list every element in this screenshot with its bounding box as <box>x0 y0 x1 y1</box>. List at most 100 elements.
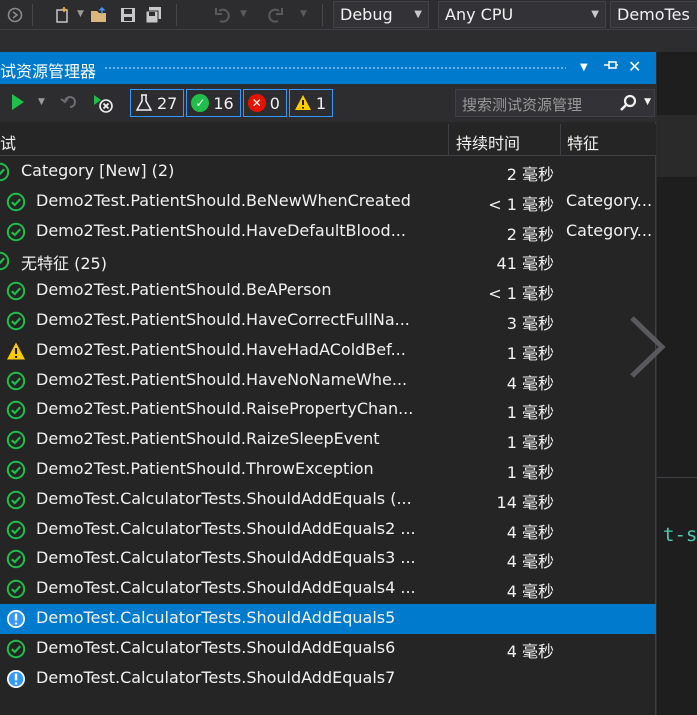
check-circle-icon <box>6 549 26 569</box>
test-name: Demo2Test.PatientShould.HaveHadAColdBef.… <box>36 339 406 359</box>
check-circle-icon <box>6 371 26 391</box>
test-row[interactable]: Demo2Test.PatientShould.RaizeSleepEvent 1… <box>0 425 656 455</box>
column-header-test[interactable]: 试 <box>0 130 16 154</box>
check-circle-icon <box>0 251 10 271</box>
run-all-icon[interactable] <box>12 94 24 110</box>
search-icon[interactable] <box>618 93 638 113</box>
test-duration: 4 毫秒 <box>506 522 554 542</box>
test-name: Demo2Test.PatientShould.HaveCorrectFullN… <box>36 309 410 329</box>
run-failed-icon[interactable] <box>92 93 114 113</box>
column-divider[interactable] <box>448 124 449 156</box>
drag-grip[interactable] <box>104 66 566 70</box>
test-row[interactable]: Demo2Test.PatientShould.HaveNoNameWhe...… <box>0 366 656 396</box>
redo-dropdown-icon[interactable]: ▼ <box>300 9 307 19</box>
test-duration: 1 毫秒 <box>506 433 554 453</box>
open-folder-icon[interactable] <box>90 6 108 24</box>
panel-titlebar[interactable]: 试资源管理器 ▼ ✕ <box>0 52 656 84</box>
test-row[interactable]: DemoTest.CalculatorTests.ShouldAddEquals… <box>0 544 656 574</box>
test-row[interactable]: DemoTest.CalculatorTests.ShouldAddEquals… <box>0 603 656 634</box>
test-row[interactable]: DemoTest.CalculatorTests.ShouldAddEquals… <box>0 574 656 604</box>
startup-project-value: DemoTes <box>617 5 690 24</box>
chevron-down-icon[interactable]: ▼ <box>644 97 651 107</box>
test-name: Demo2Test.PatientShould.BeNewWhenCreated <box>36 190 411 210</box>
navigate-forward-icon[interactable] <box>6 6 24 24</box>
test-row[interactable]: DemoTest.CalculatorTests.ShouldAddEquals… <box>0 634 656 664</box>
check-circle-icon <box>6 490 26 510</box>
test-duration: 4 毫秒 <box>506 641 554 661</box>
test-row[interactable]: Demo2Test.PatientShould.RaisePropertyCha… <box>0 395 656 425</box>
check-circle-icon <box>6 430 26 450</box>
test-name: DemoTest.CalculatorTests.ShouldAddEquals… <box>36 667 396 687</box>
test-duration: < 1 毫秒 <box>488 194 554 214</box>
test-duration: 1 毫秒 <box>506 403 554 423</box>
filter-passed-tests[interactable]: ✓ 16 <box>186 89 241 117</box>
undo-dropdown-icon[interactable]: ▼ <box>240 9 247 19</box>
search-placeholder: 搜索测试资源管理 <box>462 96 583 114</box>
filter-total-tests[interactable]: 27 <box>130 89 185 117</box>
code-fragment: t-s <box>663 524 697 546</box>
warning-triangle-icon <box>294 94 312 112</box>
test-row[interactable]: Demo2Test.PatientShould.ThrowException 1 … <box>0 455 656 485</box>
test-row[interactable]: Demo2Test.PatientShould.BeNewWhenCreated… <box>0 187 656 217</box>
pin-icon[interactable] <box>603 58 619 76</box>
column-headers: 试 持续时间 特征 <box>0 124 656 156</box>
close-icon[interactable]: ✕ <box>628 57 641 76</box>
test-duration: 4 毫秒 <box>506 373 554 393</box>
new-project-dropdown-icon[interactable]: ▼ <box>77 9 84 19</box>
editor-divider <box>657 477 697 478</box>
test-row[interactable]: Demo2Test.PatientShould.HaveDefaultBlood… <box>0 217 656 247</box>
main-toolbar: ▼ ▼ ▼ Debug ▼ Any CPU ▼ DemoTes <box>0 0 697 30</box>
new-project-icon[interactable] <box>54 6 72 24</box>
check-circle-icon <box>6 579 26 599</box>
save-all-icon[interactable] <box>145 6 163 24</box>
check-circle-icon <box>6 400 26 420</box>
filter-warning-tests[interactable]: 1 <box>288 89 334 117</box>
test-duration: 2 毫秒 <box>506 224 554 244</box>
test-row[interactable]: DemoTest.CalculatorTests.ShouldAddEquals… <box>0 664 656 694</box>
check-circle-icon <box>6 520 26 540</box>
test-trait: Category... <box>566 190 653 210</box>
search-box[interactable]: 搜索测试资源管理 ▼ <box>455 89 655 117</box>
check-circle-icon <box>6 192 26 212</box>
group-name: Category [New] (2) <box>21 161 175 180</box>
redo-icon[interactable] <box>266 6 284 24</box>
test-group-row[interactable]: Category [New] (2) 2 毫秒 <box>0 157 656 187</box>
test-row[interactable]: DemoTest.CalculatorTests.ShouldAddEquals… <box>0 515 656 545</box>
test-explorer-toolbar: ▼ 27 ✓ 16 ✕ 0 1 搜索测试资源管理 ▼ <box>0 84 656 122</box>
solution-configuration-select[interactable]: Debug ▼ <box>333 1 429 28</box>
test-group-row[interactable]: 无特征 (25) 41 毫秒 <box>0 246 656 276</box>
chevron-right-icon[interactable] <box>624 312 670 382</box>
test-name: Demo2Test.PatientShould.ThrowException <box>36 458 374 478</box>
warning-count: 1 <box>315 93 327 113</box>
test-duration: 2 毫秒 <box>506 165 554 184</box>
test-row[interactable]: Demo2Test.PatientShould.HaveCorrectFullN… <box>0 306 656 336</box>
test-name: DemoTest.CalculatorTests.ShouldAddEquals… <box>36 488 412 508</box>
x-circle-icon: ✕ <box>247 94 266 112</box>
window-position-dropdown-icon[interactable]: ▼ <box>580 62 588 73</box>
solution-platform-select[interactable]: Any CPU ▼ <box>438 1 606 28</box>
test-duration: 3 毫秒 <box>506 313 554 333</box>
check-circle-icon <box>6 222 26 242</box>
startup-project-select[interactable]: DemoTes <box>610 1 697 28</box>
test-duration: 14 毫秒 <box>496 492 554 512</box>
test-row[interactable]: DemoTest.CalculatorTests.ShouldAddEquals… <box>0 485 656 515</box>
refresh-icon[interactable] <box>60 93 80 115</box>
save-icon[interactable] <box>119 6 137 24</box>
column-header-duration[interactable]: 持续时间 <box>456 130 520 154</box>
chevron-down-icon: ▼ <box>414 9 422 20</box>
test-name: Demo2Test.PatientShould.RaisePropertyCha… <box>36 399 414 419</box>
undo-icon[interactable] <box>214 6 232 24</box>
check-circle-icon <box>0 162 10 182</box>
filter-failed-tests[interactable]: ✕ 0 <box>242 89 287 117</box>
run-dropdown-icon[interactable]: ▼ <box>38 97 45 107</box>
toolbar-separator <box>32 4 33 26</box>
test-row[interactable]: Demo2Test.PatientShould.BeAPerson < 1 毫秒 <box>0 276 656 306</box>
test-row[interactable]: Demo2Test.PatientShould.HaveHadAColdBef.… <box>0 336 656 366</box>
check-circle-icon <box>6 281 26 301</box>
column-header-traits[interactable]: 特征 <box>567 130 599 154</box>
test-duration: 4 毫秒 <box>506 552 554 572</box>
info-circle-icon <box>6 669 26 689</box>
chevron-down-icon: ▼ <box>591 9 599 20</box>
code-editor-area: t-s <box>657 52 697 715</box>
column-divider[interactable] <box>560 124 561 156</box>
